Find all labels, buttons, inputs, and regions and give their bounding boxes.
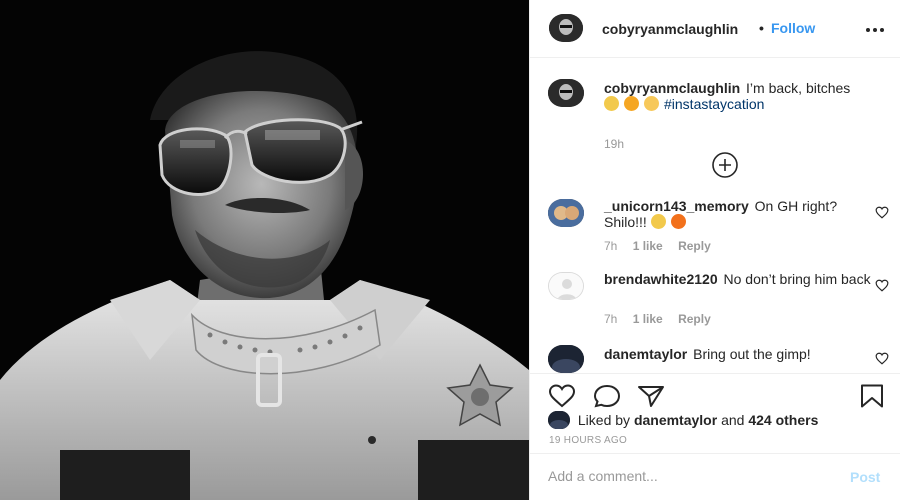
likes-conjunction: and	[721, 412, 745, 428]
commenter-avatar[interactable]	[548, 199, 584, 227]
flushed-face-emoji	[644, 96, 659, 111]
commenter-avatar[interactable]	[548, 272, 584, 300]
comment-meta: 7h 1 like Reply	[604, 239, 723, 253]
comment-time[interactable]: 7h	[604, 239, 617, 253]
caption-body: I’m back, bitches	[746, 80, 851, 96]
post-actions: Liked by danemtaylor and 424 others 19 H…	[530, 373, 900, 463]
add-comment-input[interactable]: Add a comment...	[548, 468, 838, 488]
like-comment-heart-icon[interactable]	[875, 279, 889, 292]
raising-hands-emoji	[650, 214, 666, 229]
save-bookmark-icon[interactable]	[858, 384, 886, 408]
comment-time[interactable]: 7h	[604, 312, 617, 326]
post-header: cobyryanmclaughlin • Follow	[530, 0, 900, 58]
like-comment-heart-icon[interactable]	[875, 206, 889, 219]
header-separator: •	[759, 20, 764, 36]
comments-list[interactable]: cobyryanmclaughlin I’m back, bitches #in…	[530, 59, 900, 373]
follow-button[interactable]: Follow	[771, 20, 815, 36]
comment-username[interactable]: danemtaylor	[604, 346, 687, 362]
like-comment-heart-icon[interactable]	[875, 352, 889, 365]
comment-text: danemtaylor Bring out the gimp!	[604, 346, 874, 362]
likes-summary: Liked by danemtaylor and 424 others	[548, 411, 818, 431]
caption-time[interactable]: 19h	[604, 137, 624, 151]
raised-fists-emoji	[604, 96, 619, 111]
post-photo[interactable]	[0, 0, 529, 500]
comment-meta: 7h 1 like Reply	[604, 312, 723, 326]
likes-prefix: Liked by	[577, 412, 631, 428]
share-paper-plane-icon[interactable]	[637, 384, 665, 408]
author-avatar-small[interactable]	[548, 79, 584, 107]
more-options-icon[interactable]	[864, 21, 886, 37]
caption-hashtag[interactable]: #instastaycation	[664, 96, 764, 112]
comment-bubble-icon[interactable]	[593, 384, 621, 408]
comment-username[interactable]: _unicorn143_memory	[604, 198, 749, 214]
liker-username[interactable]: danemtaylor	[634, 412, 717, 428]
add-comment-bar: Add a comment... Post	[530, 453, 900, 500]
reply-button[interactable]: Reply	[678, 239, 711, 253]
winking-kiss-emoji	[624, 96, 639, 111]
comment-text: brendawhite2120 No don’t bring him back	[604, 271, 874, 287]
post-comment-button[interactable]: Post	[850, 469, 880, 485]
post-side-panel: cobyryanmclaughlin • Follow cobyryanmcla…	[529, 0, 900, 500]
like-heart-icon[interactable]	[548, 384, 576, 408]
comment-username[interactable]: brendawhite2120	[604, 271, 718, 287]
caption-text: cobyryanmclaughlin I’m back, bitches #in…	[604, 80, 874, 112]
comment-text: _unicorn143_memory On GH right? Shilo!!!	[604, 198, 874, 230]
commenter-avatar[interactable]	[548, 345, 584, 373]
caption-username[interactable]: cobyryanmclaughlin	[604, 80, 740, 96]
likes-others-link[interactable]: 424 others	[748, 412, 818, 428]
comment-body: No don’t bring him back	[723, 271, 871, 287]
liker-avatar[interactable]	[548, 411, 570, 429]
comment-likes[interactable]: 1 like	[633, 239, 663, 253]
author-username[interactable]: cobyryanmclaughlin	[602, 21, 738, 37]
caption-meta: 19h	[604, 137, 636, 151]
comment-likes[interactable]: 1 like	[633, 312, 663, 326]
author-avatar[interactable]	[549, 14, 583, 42]
reply-button[interactable]: Reply	[678, 312, 711, 326]
comment-body: Bring out the gimp!	[693, 346, 811, 362]
post-photo-image	[0, 0, 529, 500]
load-more-comments-icon[interactable]	[711, 151, 739, 179]
fire-emoji	[670, 214, 686, 229]
post-timestamp[interactable]: 19 HOURS AGO	[549, 435, 627, 446]
